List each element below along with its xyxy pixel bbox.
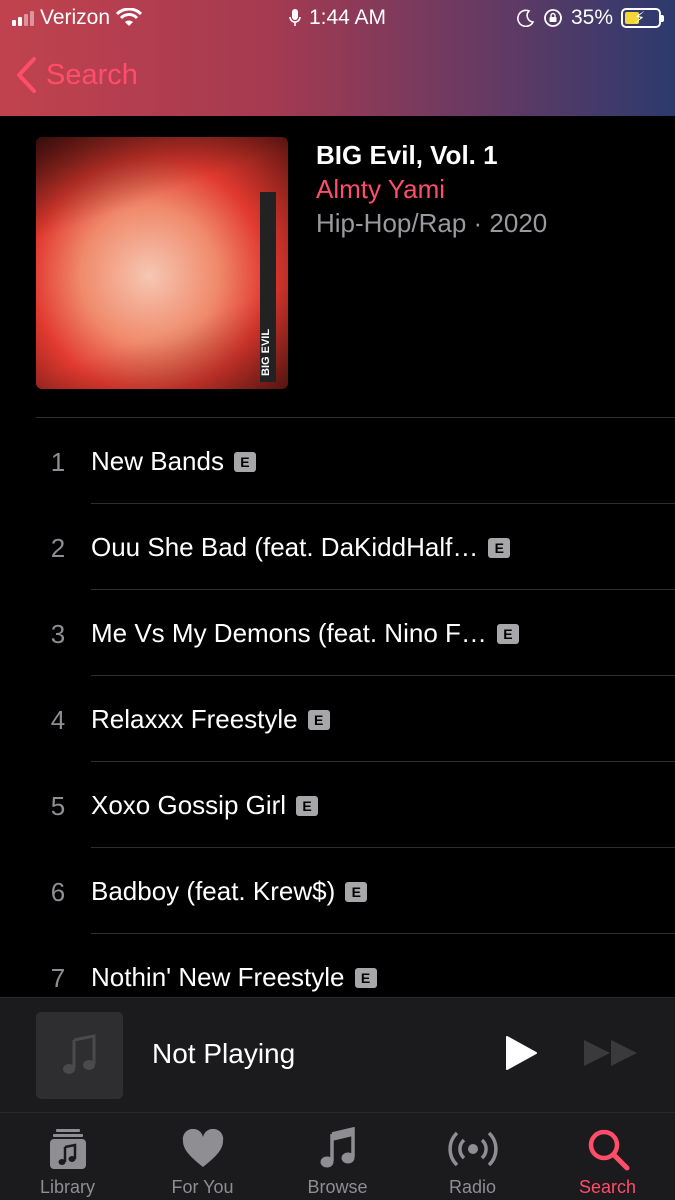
track-number: 7 — [50, 963, 66, 993]
track-row[interactable]: 1 New Bands E — [0, 418, 675, 504]
tab-library[interactable]: Library — [0, 1113, 135, 1200]
album-art-text: BIG EVIL — [260, 192, 276, 382]
heart-icon — [182, 1129, 223, 1167]
rotation-lock-icon — [544, 9, 562, 27]
music-note-icon — [62, 1033, 95, 1074]
tab-radio[interactable]: Radio — [405, 1113, 540, 1200]
fast-forward-button[interactable] — [582, 1038, 640, 1068]
explicit-badge: E — [496, 623, 519, 644]
tab-search[interactable]: Search — [540, 1113, 675, 1200]
back-button[interactable]: Search — [14, 56, 138, 94]
track-title: New Bands — [91, 446, 224, 476]
track-title: Badboy (feat. Krew$) — [91, 876, 336, 906]
microphone-icon — [289, 9, 301, 26]
tab-browse[interactable]: Browse — [270, 1113, 405, 1200]
tab-label: Search — [578, 1177, 637, 1197]
tab-bar: Library For You Browse Radio Search — [0, 1112, 675, 1200]
track-row[interactable]: 6 Badboy (feat. Krew$) E — [0, 848, 675, 934]
mini-player[interactable]: Not Playing — [0, 997, 675, 1112]
header-background: Verizon 1:44 AM 35% ⚡ Search — [0, 0, 675, 116]
tab-label: For You — [171, 1177, 234, 1197]
explicit-badge: E — [296, 795, 319, 816]
explicit-badge: E — [233, 451, 256, 472]
explicit-badge: E — [488, 537, 511, 558]
track-row[interactable]: 5 Xoxo Gossip Girl E — [0, 762, 675, 848]
tab-label: Radio — [448, 1177, 497, 1197]
track-number: 2 — [50, 533, 66, 563]
explicit-badge: E — [354, 967, 377, 988]
track-row[interactable]: 3 Me Vs My Demons (feat. Nino F… E — [0, 590, 675, 676]
explicit-badge: E — [345, 881, 368, 902]
chevron-left-icon — [17, 57, 36, 93]
tab-label: Library — [39, 1177, 96, 1197]
track-row[interactable]: 4 Relaxxx Freestyle E — [0, 676, 675, 762]
status-time: 1:44 AM — [308, 6, 387, 29]
music-note-icon — [320, 1127, 355, 1168]
track-title: Ouu She Bad (feat. DaKiddHalf… — [91, 532, 479, 562]
radio-icon — [447, 1131, 498, 1167]
track-number: 5 — [50, 791, 66, 821]
album-genre-year: Hip-Hop/Rap · 2020 — [316, 208, 548, 238]
track-number: 3 — [50, 619, 66, 649]
search-icon — [588, 1129, 629, 1171]
moon-icon — [517, 9, 535, 27]
track-title: Nothin' New Freestyle — [91, 962, 345, 992]
album-title: BIG Evil, Vol. 1 — [316, 140, 498, 170]
back-button-label: Search — [46, 58, 138, 91]
status-bar: Verizon 1:44 AM 35% ⚡ — [0, 0, 675, 36]
library-icon — [49, 1129, 86, 1169]
album-artwork: BIG EVIL — [36, 137, 288, 389]
now-playing-title: Not Playing — [152, 1038, 296, 1069]
mini-player-artwork — [36, 1012, 123, 1099]
album-artist-link[interactable]: Almty Yami — [316, 174, 445, 205]
track-number: 6 — [50, 877, 66, 907]
play-button[interactable] — [503, 1035, 539, 1071]
explicit-badge: E — [307, 709, 330, 730]
tab-for-you[interactable]: For You — [135, 1113, 270, 1200]
tab-label: Browse — [307, 1177, 368, 1197]
battery-icon: ⚡ — [621, 8, 664, 28]
track-title: Me Vs My Demons (feat. Nino F… — [91, 618, 487, 648]
track-row[interactable]: 2 Ouu She Bad (feat. DaKiddHalf… E — [0, 504, 675, 590]
track-title: Xoxo Gossip Girl — [91, 790, 287, 820]
track-list: 1 New Bands E 2 Ouu She Bad (feat. DaKidd… — [0, 418, 675, 1020]
battery-percent: 35% — [570, 6, 613, 29]
track-number: 4 — [50, 705, 66, 735]
track-title: Relaxxx Freestyle — [91, 704, 298, 734]
status-right: 35% ⚡ — [517, 6, 664, 30]
track-number: 1 — [50, 447, 66, 477]
